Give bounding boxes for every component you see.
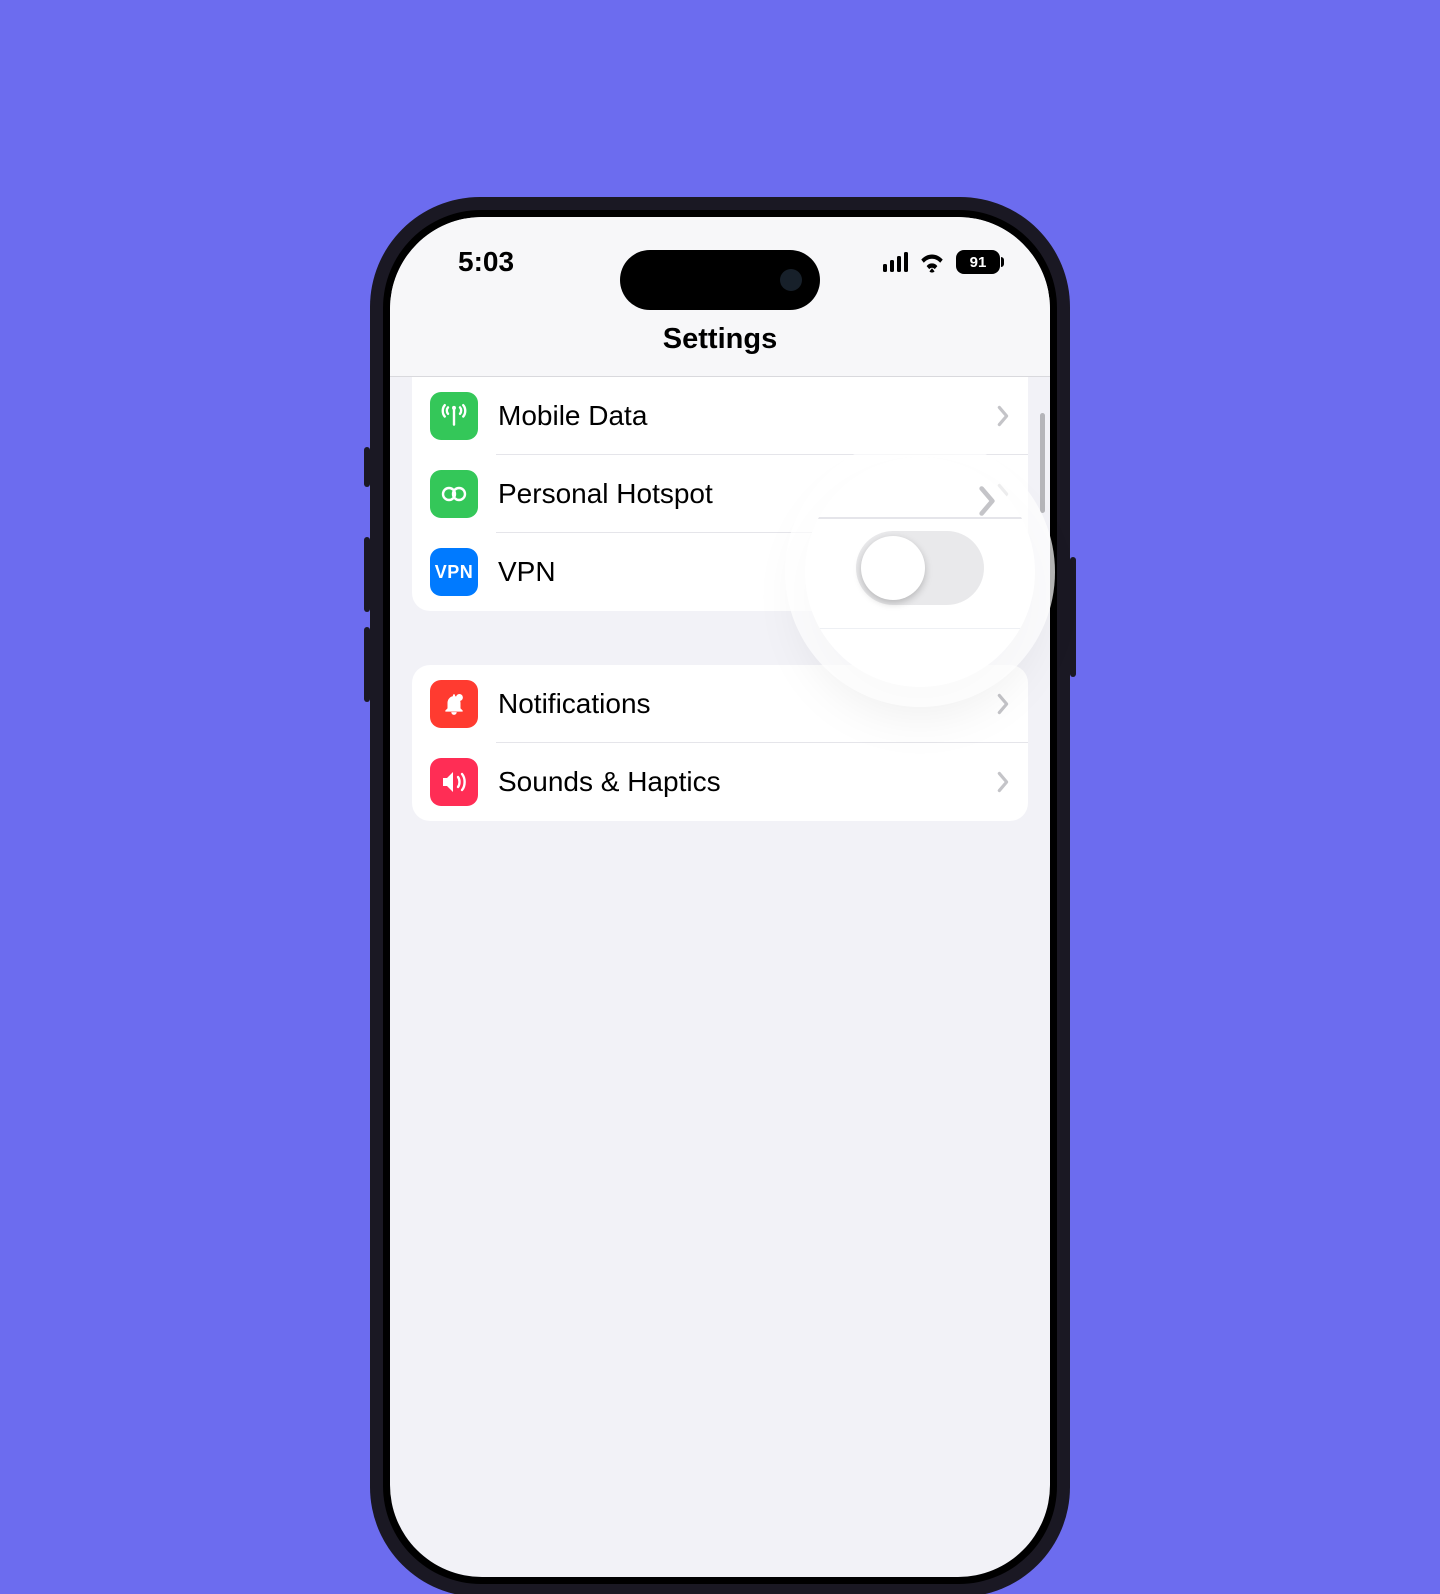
magnifier-callout — [805, 457, 1035, 687]
mobile-data-icon — [430, 392, 478, 440]
dynamic-island — [620, 250, 820, 310]
scroll-indicator[interactable] — [1040, 413, 1045, 513]
vpn-icon-text: VPN — [435, 562, 474, 583]
settings-group-alerts: Notifications Sounds & Haptics — [412, 665, 1028, 821]
toggle-knob — [861, 536, 925, 600]
cellular-icon — [883, 252, 909, 272]
chevron-right-icon — [996, 405, 1010, 427]
row-sounds-haptics[interactable]: Sounds & Haptics — [412, 743, 1028, 821]
battery-indicator: 91 — [956, 250, 1000, 274]
screen: 5:03 91 Settings — [390, 217, 1050, 1577]
row-label: Notifications — [498, 688, 996, 720]
phone-frame: 5:03 91 Settings — [370, 197, 1070, 797]
status-time: 5:03 — [458, 246, 514, 278]
row-label: Sounds & Haptics — [498, 766, 996, 798]
phone-body: 5:03 91 Settings — [370, 197, 1070, 1594]
silence-switch — [364, 447, 370, 487]
power-button — [1070, 557, 1076, 677]
status-indicators: 91 — [883, 250, 1001, 274]
volume-down-button — [364, 627, 370, 702]
chevron-right-icon — [996, 693, 1010, 715]
row-label: Mobile Data — [498, 400, 996, 432]
row-mobile-data[interactable]: Mobile Data — [412, 377, 1028, 455]
vpn-icon: VPN — [430, 548, 478, 596]
notifications-icon — [430, 680, 478, 728]
chevron-right-icon — [996, 771, 1010, 793]
phone-bezel: 5:03 91 Settings — [383, 210, 1057, 1584]
battery-level: 91 — [970, 254, 987, 271]
vpn-toggle-zoomed[interactable] — [856, 531, 984, 605]
hotspot-icon — [430, 470, 478, 518]
chevron-right-icon — [977, 485, 997, 522]
sounds-icon — [430, 758, 478, 806]
wifi-icon — [918, 251, 946, 273]
volume-up-button — [364, 537, 370, 612]
